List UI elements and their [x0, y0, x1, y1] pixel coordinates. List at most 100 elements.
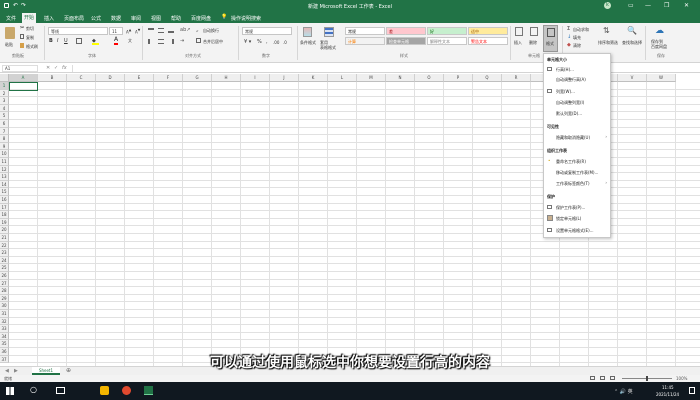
row-header[interactable]: 35: [0, 340, 9, 348]
align-top-icon[interactable]: [148, 28, 154, 33]
font-color-icon[interactable]: A: [114, 37, 119, 45]
column-header[interactable]: R: [502, 74, 531, 82]
row-header[interactable]: 27: [0, 279, 9, 288]
merge-center-button[interactable]: 合并后居中: [203, 39, 223, 45]
taskbar-app-1-icon[interactable]: [100, 386, 109, 395]
underline-icon[interactable]: U: [64, 38, 68, 44]
row-header[interactable]: 3: [0, 97, 9, 105]
column-header[interactable]: L: [328, 74, 357, 82]
format-cells-button[interactable]: 格式: [543, 25, 558, 52]
align-left-icon[interactable]: [148, 39, 154, 44]
find-select-icon[interactable]: 🔍: [627, 26, 637, 35]
column-header[interactable]: I: [241, 74, 270, 82]
normal-view-icon[interactable]: [590, 376, 595, 380]
tab-formulas[interactable]: 公式: [89, 14, 103, 23]
tab-review[interactable]: 审阅: [129, 14, 143, 23]
table-format-button[interactable]: 套用 表格格式: [320, 40, 336, 50]
cancel-icon[interactable]: ✕: [46, 65, 50, 71]
paste-icon[interactable]: [5, 27, 15, 39]
task-view-icon[interactable]: [56, 387, 65, 394]
column-header[interactable]: M: [357, 74, 386, 82]
autosum-icon[interactable]: Σ: [567, 26, 570, 32]
row-header[interactable]: 18: [0, 211, 9, 219]
merge-icon[interactable]: [196, 38, 201, 43]
indent-icon[interactable]: ⇥: [180, 38, 184, 44]
row-header[interactable]: 6: [0, 120, 9, 128]
conditional-format-icon[interactable]: [303, 27, 312, 37]
cell-style-swatch[interactable]: 检查单元格: [386, 37, 426, 45]
row-header[interactable]: 32: [0, 317, 9, 326]
ribbon-display-icon[interactable]: ▭: [628, 2, 634, 9]
zoom-thumb[interactable]: [646, 376, 648, 381]
tab-view[interactable]: 视图: [149, 14, 163, 23]
cell-style-swatch[interactable]: 解释性文本: [427, 37, 467, 45]
column-header[interactable]: W: [647, 74, 676, 82]
delete-cells-icon[interactable]: [530, 27, 538, 36]
row-header[interactable]: 16: [0, 196, 9, 204]
row-header[interactable]: 26: [0, 272, 9, 280]
sort-filter-button[interactable]: 排序和筛选: [598, 40, 618, 46]
row-header[interactable]: 15: [0, 188, 9, 196]
row-header[interactable]: 19: [0, 218, 9, 227]
menu-item-rename-sheet[interactable]: 重命名工作表(R): [556, 159, 586, 165]
save-baidu-button[interactable]: 保存到 百度网盘: [651, 39, 667, 49]
number-format-select[interactable]: 常规: [242, 27, 292, 35]
row-header[interactable]: 9: [0, 142, 9, 151]
grow-font-icon[interactable]: A▲: [126, 28, 131, 34]
row-header[interactable]: 11: [0, 158, 9, 166]
insert-cells-icon[interactable]: [515, 27, 523, 36]
orientation-icon[interactable]: ab↗: [180, 27, 190, 33]
cloud-save-icon[interactable]: ☁: [655, 26, 664, 36]
row-header[interactable]: 2: [0, 89, 9, 98]
row-header[interactable]: 34: [0, 332, 9, 341]
row-header[interactable]: 28: [0, 287, 9, 295]
italic-icon[interactable]: I: [57, 38, 58, 44]
column-header[interactable]: J: [270, 74, 299, 82]
table-format-icon[interactable]: [324, 27, 334, 37]
align-bottom-icon[interactable]: [168, 28, 174, 33]
align-right-icon[interactable]: [168, 39, 174, 44]
autosum-button[interactable]: 自动求和: [573, 27, 589, 33]
column-header[interactable]: A: [9, 74, 38, 82]
align-middle-icon[interactable]: [158, 28, 164, 33]
column-header[interactable]: B: [38, 74, 67, 82]
row-header[interactable]: 17: [0, 203, 9, 212]
font-size-select[interactable]: 11: [109, 27, 123, 35]
row-header[interactable]: 22: [0, 241, 9, 250]
row-header[interactable]: 20: [0, 226, 9, 234]
row-header[interactable]: 7: [0, 127, 9, 136]
column-header[interactable]: K: [299, 74, 328, 82]
zoom-level[interactable]: 100%: [676, 376, 687, 381]
format-painter-button[interactable]: 格式刷: [26, 44, 38, 50]
clear-button[interactable]: 清除: [573, 43, 581, 49]
row-header[interactable]: 25: [0, 264, 9, 272]
column-header[interactable]: D: [96, 74, 125, 82]
column-header[interactable]: P: [444, 74, 473, 82]
excel-taskbar-icon[interactable]: [144, 386, 153, 395]
cell-style-swatch[interactable]: 计算: [345, 37, 385, 45]
column-header[interactable]: H: [212, 74, 241, 82]
tell-me-search[interactable]: 操作说明搜索: [229, 14, 263, 23]
select-all-corner[interactable]: [0, 74, 9, 82]
menu-item-protect-sheet[interactable]: 保护工作表(P)...: [556, 205, 585, 211]
cell-style-swatch[interactable]: 常规: [345, 27, 385, 35]
row-header[interactable]: 31: [0, 310, 9, 318]
tab-insert[interactable]: 插入: [42, 14, 56, 23]
copy-button[interactable]: 复制: [26, 35, 34, 41]
column-header[interactable]: E: [125, 74, 154, 82]
font-name-select[interactable]: 等线: [48, 27, 108, 35]
menu-item-move-copy[interactable]: 移动或复制工作表(M)...: [556, 170, 598, 176]
wrap-text-icon[interactable]: ⤶: [196, 28, 198, 33]
tab-data[interactable]: 数据: [109, 14, 123, 23]
active-cell[interactable]: [9, 82, 38, 91]
increase-decimal-icon[interactable]: .00: [273, 40, 279, 45]
column-header[interactable]: Q: [473, 74, 502, 82]
row-header[interactable]: 8: [0, 135, 9, 143]
delete-cells-button[interactable]: 删除: [529, 40, 537, 46]
cell-style-swatch[interactable]: 差: [386, 27, 426, 35]
row-header[interactable]: 23: [0, 249, 9, 257]
insert-function-icon[interactable]: fx: [62, 65, 67, 71]
phonetic-icon[interactable]: 文: [128, 38, 132, 44]
page-break-view-icon[interactable]: [610, 376, 615, 380]
conditional-format-button[interactable]: 条件格式: [300, 40, 316, 46]
